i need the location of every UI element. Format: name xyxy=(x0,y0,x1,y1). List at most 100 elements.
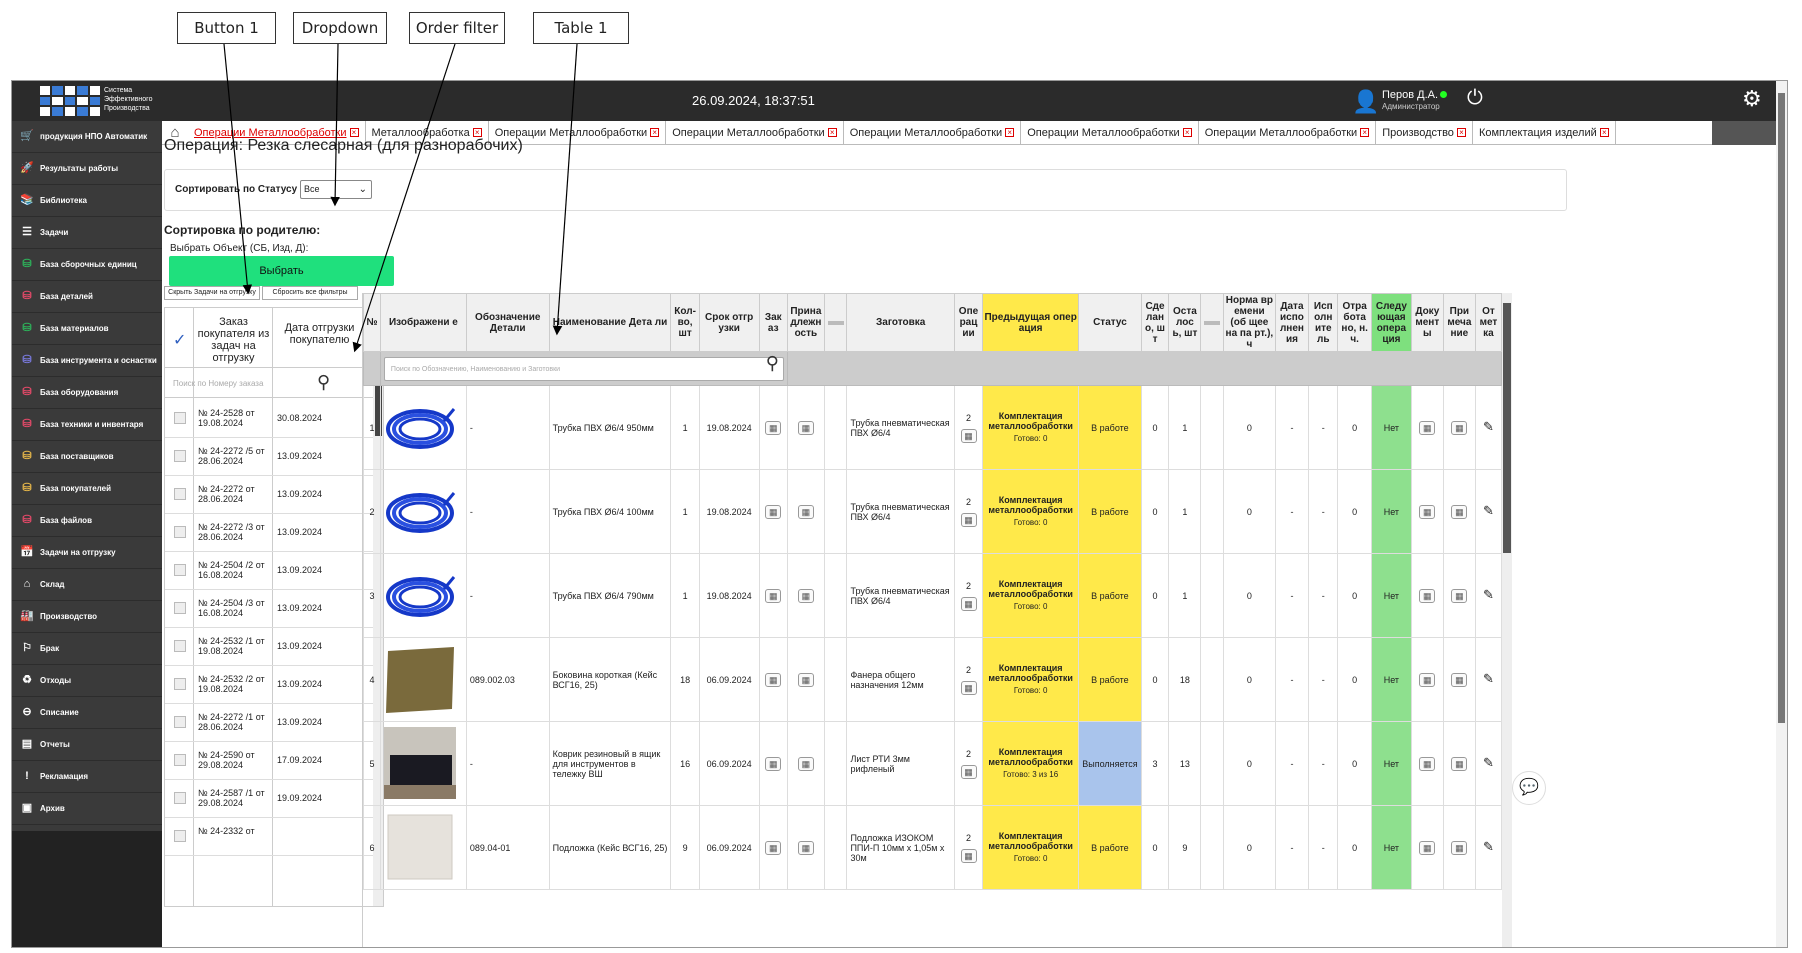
order-cell[interactable]: ▦ xyxy=(758,805,788,890)
grid-icon[interactable]: ▦ xyxy=(797,840,814,855)
sidebar-item[interactable]: 🚀 Результаты работы xyxy=(12,153,162,185)
choose-object-button[interactable]: Выбрать xyxy=(169,256,394,286)
sidebar-item[interactable]: ☰ Задачи xyxy=(12,217,162,249)
sidebar-item[interactable]: ⛁ База деталей xyxy=(12,281,162,313)
close-icon[interactable]: × xyxy=(1005,128,1015,138)
grid-icon[interactable]: ▦ xyxy=(765,672,782,687)
mark-cell[interactable]: ✎ xyxy=(1474,637,1502,722)
pencil-icon[interactable]: ✎ xyxy=(1483,839,1494,854)
sidebar-item[interactable]: ⊖ Списание xyxy=(12,697,162,729)
column-header[interactable]: Норма вр емени (об щее на па рт.), ч xyxy=(1223,293,1276,352)
grid-icon[interactable]: ▦ xyxy=(1419,840,1436,855)
column-header[interactable]: Доку мент ы xyxy=(1410,293,1444,352)
order-cell[interactable]: ▦ xyxy=(758,721,788,806)
table-row[interactable]: 3- Трубка ПВХ Ø6/4 790мм 1 19.08.2024 ▦ ▦ Труб… xyxy=(363,553,1502,638)
grid-icon[interactable]: ▦ xyxy=(1419,420,1436,435)
order-checkbox[interactable] xyxy=(174,678,186,690)
column-header[interactable]: Наименование Дета ли xyxy=(548,293,672,352)
column-header[interactable]: При меча ние xyxy=(1442,293,1476,352)
table-row[interactable]: 5- Коврик резиновый в ящик для инструмент… xyxy=(363,721,1502,806)
order-row[interactable]: № 24-2587 /1 от 29.08.2024 19.09.2024 xyxy=(165,780,373,818)
grid-icon[interactable]: ▦ xyxy=(797,420,814,435)
sidebar-item[interactable]: ▣ Архив xyxy=(12,793,162,825)
mark-cell[interactable]: ✎ xyxy=(1474,721,1502,806)
grid-icon[interactable]: ▦ xyxy=(1451,420,1468,435)
grid-icon[interactable]: ▦ xyxy=(765,420,782,435)
sidebar-item[interactable]: 📚 Библиотека xyxy=(12,185,162,217)
documents-cell[interactable]: ▦ xyxy=(1410,385,1444,470)
sidebar-item[interactable]: ⛁ База инструмента и оснастки xyxy=(12,345,162,377)
column-header[interactable] xyxy=(1200,293,1225,352)
pencil-icon[interactable]: ✎ xyxy=(1483,503,1494,518)
sidebar-item[interactable]: 🛒 продукция НПО Автоматик xyxy=(12,121,162,153)
tab[interactable]: Операции Металлообработки × xyxy=(1199,121,1377,144)
column-header[interactable]: № xyxy=(363,293,381,352)
sidebar-item[interactable]: ⛁ База материалов xyxy=(12,313,162,345)
documents-cell[interactable]: ▦ xyxy=(1410,805,1444,890)
pencil-icon[interactable]: ✎ xyxy=(1483,587,1494,602)
grid-icon[interactable]: ▦ xyxy=(1451,504,1468,519)
ownership-cell[interactable]: ▦ xyxy=(786,637,825,722)
order-row[interactable]: № 24-2590 от 29.08.2024 17.09.2024 xyxy=(165,742,373,780)
power-icon[interactable]: ⏻ xyxy=(1467,87,1483,110)
notes-cell[interactable]: ▦ xyxy=(1442,637,1476,722)
grid-icon[interactable]: ▦ xyxy=(960,428,977,443)
notes-cell[interactable]: ▦ xyxy=(1442,469,1476,554)
sidebar-item[interactable]: ⛁ База покупателей xyxy=(12,473,162,505)
order-row[interactable]: № 24-2532 /2 от 19.08.2024 13.09.2024 xyxy=(165,666,373,704)
column-header[interactable]: Сде лан о, ш т xyxy=(1140,293,1170,352)
search-icon[interactable]: ⚲ xyxy=(766,354,779,372)
close-icon[interactable]: × xyxy=(1360,128,1370,138)
column-header[interactable]: Дата испо лнен ия xyxy=(1274,293,1310,352)
documents-cell[interactable]: ▦ xyxy=(1410,721,1444,806)
search-icon[interactable]: ⚲ xyxy=(317,372,330,393)
reset-filters-button[interactable]: Сбросить все фильтры xyxy=(262,286,358,300)
order-checkbox[interactable] xyxy=(174,830,186,842)
sidebar-item[interactable]: 🏭 Производство xyxy=(12,601,162,633)
order-cell[interactable]: ▦ xyxy=(758,637,788,722)
column-header[interactable]: Оста лос ь, шт xyxy=(1168,293,1202,352)
ownership-cell[interactable]: ▦ xyxy=(786,385,825,470)
order-cell[interactable]: ▦ xyxy=(758,553,788,638)
pencil-icon[interactable]: ✎ xyxy=(1483,755,1494,770)
order-row[interactable]: № 24-2528 от 19.08.2024 30.08.2024 xyxy=(165,400,373,438)
column-header[interactable]: Предыдущая опер ация xyxy=(982,293,1080,352)
ownership-cell[interactable]: ▦ xyxy=(786,721,825,806)
tab[interactable]: Комплектация изделий × xyxy=(1473,121,1616,144)
column-header[interactable] xyxy=(823,293,848,352)
column-header[interactable]: Срок отгр узки xyxy=(698,293,760,352)
sidebar-item[interactable]: ⛁ База оборудования xyxy=(12,377,162,409)
hide-shipping-tasks-button[interactable]: Скрыть Задачи на отгрузку xyxy=(164,286,260,300)
documents-cell[interactable]: ▦ xyxy=(1410,553,1444,638)
close-icon[interactable]: × xyxy=(1599,128,1609,138)
grid-icon[interactable]: ▦ xyxy=(1419,588,1436,603)
grid-icon[interactable]: ▦ xyxy=(960,680,977,695)
column-header[interactable]: Статус xyxy=(1078,293,1142,352)
grid-icon[interactable]: ▦ xyxy=(1451,588,1468,603)
tab[interactable]: Операции Металлообработки × xyxy=(1021,121,1199,144)
order-checkbox[interactable] xyxy=(174,792,186,804)
gear-icon[interactable]: ⚙ xyxy=(1742,86,1762,112)
order-row[interactable]: № 24-2532 /1 от 19.08.2024 13.09.2024 xyxy=(165,628,373,666)
grid-icon[interactable]: ▦ xyxy=(1451,756,1468,771)
status-dropdown[interactable]: Все ⌄ xyxy=(300,180,372,199)
table-search-input[interactable]: Поиск по Обозначению, Наименованию и Заг… xyxy=(383,354,784,381)
user-profile[interactable]: 👤 Перов Д.А. Администратор xyxy=(1352,87,1512,117)
ownership-cell[interactable]: ▦ xyxy=(786,805,825,890)
tab[interactable]: Производство × xyxy=(1376,121,1473,144)
table-row[interactable]: 1- Трубка ПВХ Ø6/4 950мм 1 19.08.2024 ▦ ▦ Труб… xyxy=(363,385,1502,470)
grid-icon[interactable]: ▦ xyxy=(960,764,977,779)
tab[interactable]: Операции Металлообработки × xyxy=(666,121,844,144)
grid-icon[interactable]: ▦ xyxy=(765,840,782,855)
sidebar-item[interactable]: ⌂ Склад xyxy=(12,569,162,601)
order-checkbox[interactable] xyxy=(174,602,186,614)
collapse-icon[interactable] xyxy=(1204,321,1221,325)
column-header[interactable]: Следу ющая опера ция xyxy=(1370,293,1412,352)
sidebar-item[interactable]: ⛁ База сборочных единиц xyxy=(12,249,162,281)
operations-cell[interactable]: 2 ▦ xyxy=(953,637,984,722)
mark-cell[interactable]: ✎ xyxy=(1474,805,1502,890)
close-icon[interactable]: × xyxy=(1456,128,1466,138)
order-row[interactable]: № 24-2272 от 28.06.2024 13.09.2024 xyxy=(165,476,373,514)
collapse-icon[interactable] xyxy=(827,321,844,325)
part-image-cell[interactable] xyxy=(379,553,467,638)
